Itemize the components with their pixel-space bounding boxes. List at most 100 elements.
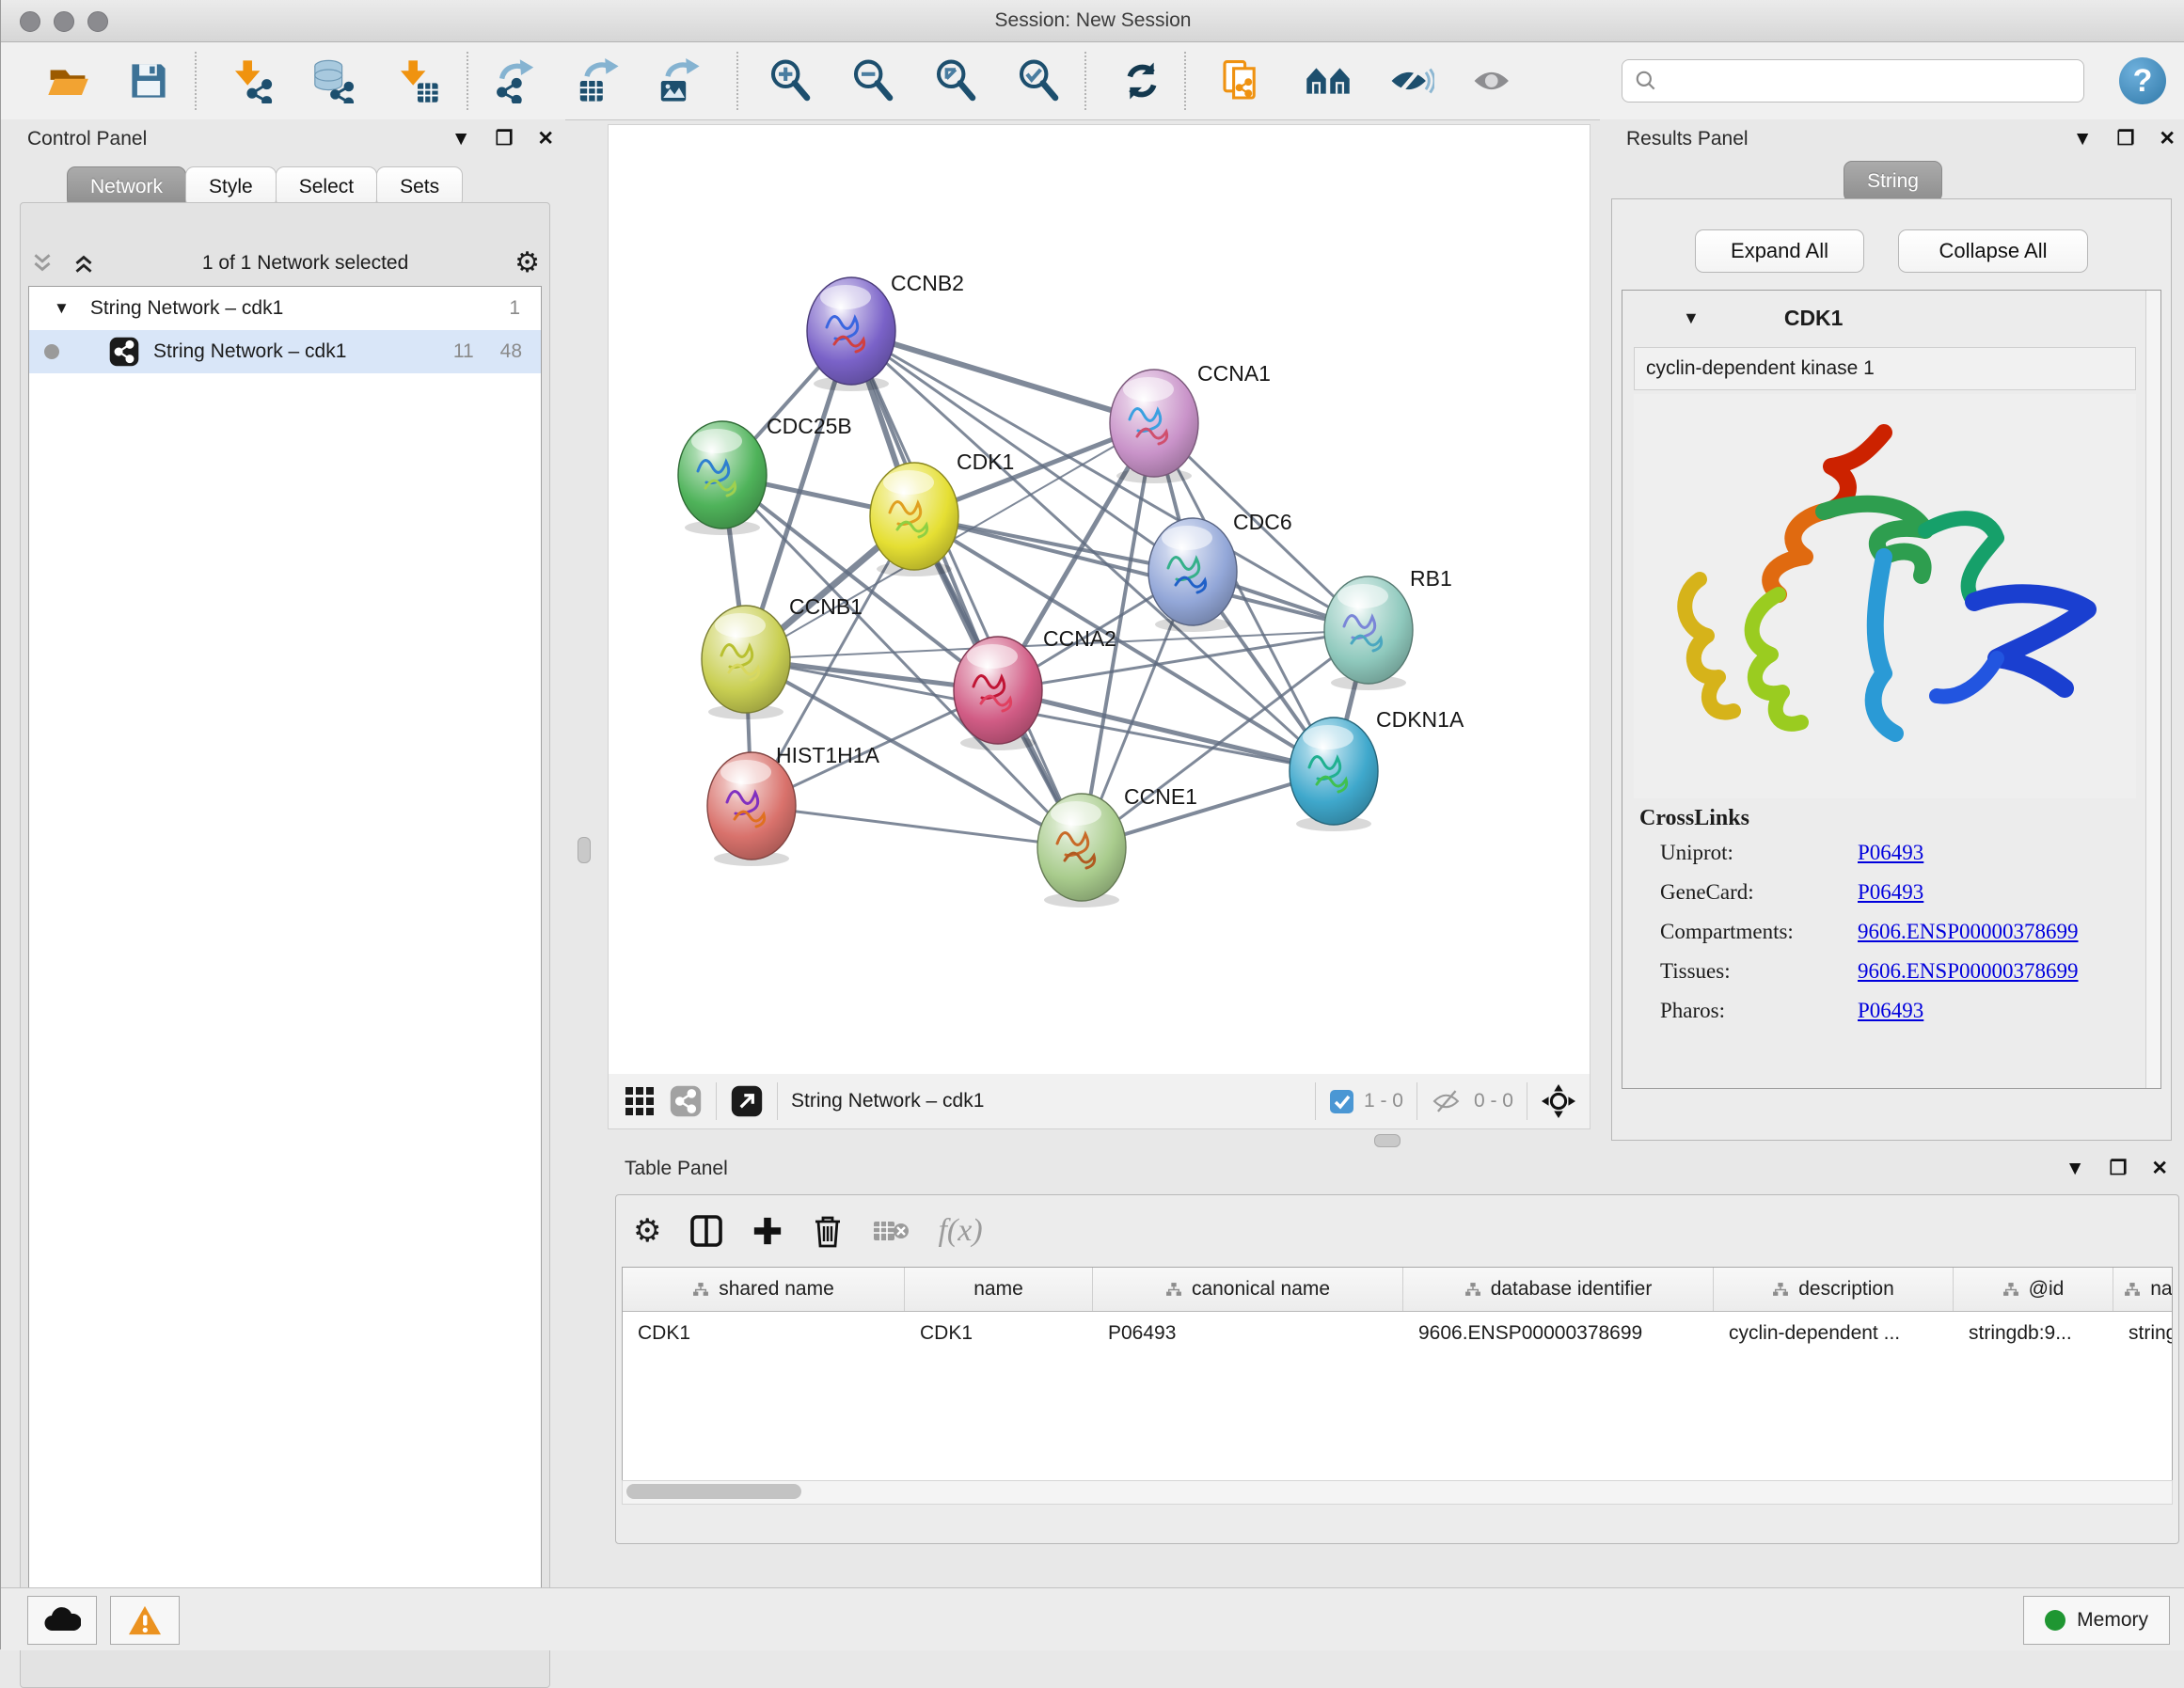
search-input[interactable]	[1658, 70, 2083, 93]
help-button[interactable]: ?	[2119, 57, 2166, 104]
zoom-selected-icon	[1016, 58, 1061, 103]
table-cell[interactable]: P06493	[1093, 1312, 1403, 1355]
memory-label: Memory	[2077, 1609, 2148, 1632]
network-canvas[interactable]: CCNB2CCNA1CDC25BCDK1CDC6RB1CCNB1CCNA2CDK…	[608, 124, 1591, 1076]
column-header-shared-name[interactable]: shared name	[623, 1268, 905, 1311]
panel-float-icon[interactable]: ❐	[496, 127, 514, 150]
show-columns-icon[interactable]	[689, 1214, 723, 1248]
statusbar-separator	[777, 1082, 778, 1120]
export-table-button[interactable]	[573, 55, 624, 106]
toolbar-separator	[736, 52, 738, 110]
database-icon	[310, 58, 356, 103]
entry-disclosure-icon[interactable]: ▼	[1683, 308, 1700, 328]
import-network-file-button[interactable]	[227, 55, 277, 106]
hide-selected-button[interactable]	[1385, 55, 1436, 106]
table-cell[interactable]: stringdb	[2113, 1312, 2173, 1355]
crosslinks-title: CrossLinks	[1639, 806, 2136, 831]
crosslink-row: Pharos:P06493	[1639, 999, 2136, 1023]
selected-checkbox-icon[interactable]	[1329, 1089, 1354, 1114]
table-cell[interactable]: 9606.ENSP00000378699	[1403, 1312, 1714, 1355]
crosslink-link[interactable]: 9606.ENSP00000378699	[1858, 959, 2079, 984]
share-view-icon[interactable]	[669, 1084, 703, 1118]
network-row[interactable]: String Network – cdk1 11 48	[29, 330, 541, 373]
table-cell[interactable]: CDK1	[905, 1312, 1093, 1355]
network-share-icon	[108, 336, 140, 368]
clone-network-button[interactable]	[1216, 55, 1267, 106]
detach-view-icon[interactable]	[730, 1084, 764, 1118]
memory-button[interactable]: Memory	[2023, 1596, 2170, 1645]
column-header-description[interactable]: description	[1714, 1268, 1954, 1311]
eye-slash-icon	[1387, 60, 1434, 102]
birdseye-crosshair-icon[interactable]	[1541, 1083, 1576, 1119]
import-network-database-button[interactable]	[308, 55, 358, 106]
tab-string[interactable]: String	[1844, 161, 1942, 202]
entry-description: cyclin-dependent kinase 1	[1634, 347, 2136, 390]
column-header-canonical-name[interactable]: canonical name	[1093, 1268, 1403, 1311]
collapse-all-button[interactable]: Collapse All	[1898, 229, 2088, 273]
panel-close-icon[interactable]: ✕	[2159, 127, 2176, 150]
table-cell[interactable]: CDK1	[623, 1312, 905, 1355]
import-network-icon	[229, 58, 275, 103]
panel-close-icon[interactable]: ✕	[2151, 1157, 2168, 1180]
export-network-button[interactable]	[490, 55, 541, 106]
table-horizontal-scrollbar[interactable]	[622, 1480, 2173, 1505]
scrollbar-thumb[interactable]	[626, 1484, 801, 1499]
panel-float-icon[interactable]: ❐	[2117, 127, 2135, 150]
panel-collapse-icon[interactable]: ▼	[451, 128, 471, 150]
warnings-button[interactable]	[110, 1596, 180, 1645]
column-network-icon	[2124, 1282, 2141, 1298]
network-edge-CCNB2-CCNA1[interactable]	[851, 331, 1154, 423]
panel-collapse-icon[interactable]: ▼	[2065, 1158, 2085, 1180]
results-scrollbar[interactable]	[2145, 291, 2160, 1088]
left-splitter-handle[interactable]	[578, 837, 591, 863]
table-options-gear-icon[interactable]: ⚙	[633, 1215, 661, 1247]
zoom-selected-button[interactable]	[1013, 55, 1064, 106]
bottom-splitter-handle[interactable]	[1374, 1134, 1401, 1147]
panel-close-icon[interactable]: ✕	[537, 127, 554, 150]
column-header-@id[interactable]: @id	[1954, 1268, 2113, 1311]
node-label-HIST1H1A: HIST1H1A	[776, 743, 880, 767]
network-edge-CCNB2-CCNE1[interactable]	[851, 331, 1082, 847]
warning-triangle-icon	[127, 1604, 163, 1636]
network-edge-HIST1H1A-CCNE1[interactable]	[752, 806, 1082, 847]
open-session-button[interactable]	[42, 55, 93, 106]
collapse-all-icon[interactable]	[30, 251, 55, 276]
control-panel-title: Control Panel	[27, 128, 147, 150]
panel-float-icon[interactable]: ❐	[2110, 1157, 2128, 1180]
network-edge-CDK1-RB1[interactable]	[914, 516, 1369, 630]
network-collection-row[interactable]: ▼ String Network – cdk1 1	[29, 287, 541, 330]
disclosure-triangle-icon[interactable]: ▼	[54, 299, 70, 318]
delete-column-trash-icon[interactable]	[812, 1214, 844, 1248]
search-box[interactable]	[1622, 59, 2084, 103]
zoom-out-button[interactable]	[847, 55, 898, 106]
table-cell[interactable]: cyclin-dependent ...	[1714, 1312, 1954, 1355]
first-neighbors-button[interactable]	[1303, 55, 1353, 106]
crosslink-link[interactable]: 9606.ENSP00000378699	[1858, 920, 2079, 944]
cloud-status-button[interactable]	[27, 1596, 97, 1645]
node-label-CDC6: CDC6	[1233, 510, 1292, 534]
show-all-button[interactable]	[1468, 55, 1519, 106]
column-header-name[interactable]: name	[905, 1268, 1093, 1311]
toolbar-separator	[467, 52, 468, 110]
crosslink-link[interactable]: P06493	[1858, 999, 1923, 1023]
table-cell[interactable]: stringdb:9...	[1954, 1312, 2113, 1355]
panel-collapse-icon[interactable]: ▼	[2073, 128, 2093, 150]
crosslink-label: Compartments:	[1639, 920, 1858, 944]
grid-view-icon[interactable]	[624, 1085, 656, 1117]
import-table-file-button[interactable]	[392, 55, 443, 106]
node-table: shared namenamecanonical namedatabase id…	[622, 1267, 2173, 1481]
crosslink-link[interactable]: P06493	[1858, 841, 1923, 865]
refresh-layout-button[interactable]	[1116, 55, 1167, 106]
expand-all-icon[interactable]	[71, 251, 96, 276]
gear-icon[interactable]: ⚙	[514, 249, 540, 277]
crosslink-link[interactable]: P06493	[1858, 880, 1923, 905]
table-row[interactable]: CDK1CDK1P064939606.ENSP00000378699cyclin…	[623, 1312, 2172, 1355]
save-session-button[interactable]	[123, 55, 174, 106]
zoom-in-button[interactable]	[765, 55, 815, 106]
column-header-database-identifier[interactable]: database identifier	[1403, 1268, 1714, 1311]
zoom-fit-button[interactable]	[930, 55, 981, 106]
add-column-plus-icon[interactable]	[752, 1215, 783, 1247]
expand-all-button[interactable]: Expand All	[1695, 229, 1864, 273]
export-image-button[interactable]	[654, 55, 704, 106]
column-header-namespace[interactable]: namespace	[2113, 1268, 2173, 1311]
